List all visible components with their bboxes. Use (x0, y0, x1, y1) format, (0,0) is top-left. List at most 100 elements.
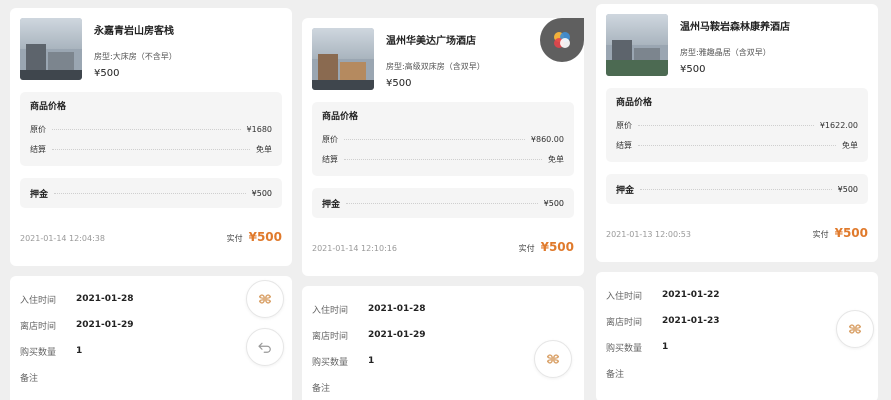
original-value: ¥1622.00 (819, 120, 858, 130)
checkout-label: 离店时间 (312, 331, 349, 342)
hotel-thumbnail (20, 18, 82, 80)
menu-button[interactable] (836, 310, 874, 348)
checkout-row: 离店时间 2021-01-29 (312, 322, 574, 348)
hotel-name: 温州马鞍岩森林康养酒店 (680, 22, 790, 33)
room-type: 房型:大床房（不含早） (94, 52, 177, 61)
flower-grid-icon (546, 354, 560, 364)
checkin-label: 入住时间 (20, 295, 57, 306)
checkout-value: 2021-01-29 (76, 320, 134, 330)
original-price-row: 原价 ¥1622.00 (616, 115, 858, 135)
order-timestamp: 2021-01-13 12:00:53 (606, 230, 691, 239)
quantity-value: 1 (76, 346, 83, 356)
hotel-name: 永嘉青岩山房客栈 (94, 26, 174, 37)
original-label: 原价 (322, 134, 338, 144)
quantity-value: 1 (368, 356, 375, 366)
original-label: 原价 (30, 124, 46, 134)
order-footer: 2021-01-14 12:04:38 实付 ¥500 (20, 230, 282, 244)
deposit-box: 押金 ¥500 (312, 188, 574, 218)
order-card: 温州华美达广场酒店 房型:高级双床房（含双早） ¥500 商品价格 原价 ¥86… (302, 18, 584, 276)
flower-grid-icon (848, 324, 862, 334)
order-header: 温州马鞍岩森林康养酒店 房型:雅趣晶居（含双早） ¥500 (606, 14, 868, 76)
deposit-box: 押金 ¥500 (606, 174, 868, 204)
order-footer: 2021-01-14 12:10:16 实付 ¥500 (312, 240, 574, 254)
checkout-row: 离店时间 2021-01-29 (20, 312, 282, 338)
unit-price: ¥500 (386, 78, 412, 89)
deposit-value: ¥500 (251, 188, 272, 198)
price-box: 商品价格 原价 ¥1680 结算 免单 (20, 92, 282, 166)
hotel-thumbnail (606, 14, 668, 76)
deposit-box: 押金 ¥500 (20, 178, 282, 208)
color-circles-icon (554, 32, 570, 48)
order-header: 温州华美达广场酒店 房型:高级双床房（含双早） ¥500 (312, 28, 574, 90)
quantity-label: 购买数量 (606, 343, 643, 354)
menu-button[interactable] (246, 280, 284, 318)
checkin-row: 入住时间 2021-01-28 (20, 286, 282, 312)
deposit-label: 押金 (30, 189, 49, 200)
settle-value: 免单 (842, 140, 858, 150)
stay-details: 入住时间 2021-01-28 离店时间 2021-01-29 购买数量 1 备… (10, 276, 292, 400)
settle-label: 结算 (30, 144, 46, 154)
unit-price: ¥500 (94, 68, 120, 79)
hotel-info: 永嘉青岩山房客栈 房型:大床房（不含早） ¥500 (94, 18, 282, 79)
order-timestamp: 2021-01-14 12:10:16 (312, 244, 397, 253)
paid-amount: ¥500 (834, 226, 868, 240)
note-label: 备注 (606, 369, 625, 380)
note-label: 备注 (20, 373, 39, 384)
order-card: 温州马鞍岩森林康养酒店 房型:雅趣晶居（含双早） ¥500 商品价格 原价 ¥1… (596, 4, 878, 262)
order-panel-2: 温州华美达广场酒店 房型:高级双床房（含双早） ¥500 商品价格 原价 ¥86… (302, 18, 584, 400)
settle-row: 结算 免单 (322, 149, 564, 169)
order-panel-1: 永嘉青岩山房客栈 房型:大床房（不含早） ¥500 商品价格 原价 ¥1680 … (10, 8, 292, 400)
note-label: 备注 (312, 383, 331, 394)
settle-row: 结算 免单 (616, 135, 858, 155)
original-value: ¥1680 (246, 124, 272, 134)
order-card: 永嘉青岩山房客栈 房型:大床房（不含早） ¥500 商品价格 原价 ¥1680 … (10, 8, 292, 266)
checkin-row: 入住时间 2021-01-28 (312, 296, 574, 322)
price-box: 商品价格 原价 ¥1622.00 结算 免单 (606, 88, 868, 162)
price-section-title: 商品价格 (322, 112, 359, 122)
paid-summary: 实付 ¥500 (813, 226, 868, 240)
hotel-thumbnail (312, 28, 374, 90)
app-badge[interactable] (540, 18, 584, 62)
note-row: 备注 (312, 374, 574, 400)
original-price-row: 原价 ¥860.00 (322, 129, 564, 149)
original-value: ¥860.00 (530, 134, 564, 144)
flower-grid-icon (258, 294, 272, 304)
price-section-title: 商品价格 (616, 98, 653, 108)
paid-summary: 实付 ¥500 (519, 240, 574, 254)
deposit-value: ¥500 (837, 184, 858, 194)
price-section-title: 商品价格 (30, 102, 67, 112)
order-timestamp: 2021-01-14 12:04:38 (20, 234, 105, 243)
order-panel-3: 温州马鞍岩森林康养酒店 房型:雅趣晶居（含双早） ¥500 商品价格 原价 ¥1… (596, 4, 878, 400)
paid-label: 实付 (518, 244, 535, 253)
paid-summary: 实付 ¥500 (227, 230, 282, 244)
stay-details: 入住时间 2021-01-22 离店时间 2021-01-23 购买数量 1 备… (596, 272, 878, 400)
paid-label: 实付 (812, 230, 829, 239)
checkout-label: 离店时间 (20, 321, 57, 332)
menu-button[interactable] (534, 340, 572, 378)
checkin-label: 入住时间 (312, 305, 349, 316)
checkout-value: 2021-01-29 (368, 330, 426, 340)
unit-price: ¥500 (680, 64, 706, 75)
settle-label: 结算 (322, 154, 338, 164)
order-header: 永嘉青岩山房客栈 房型:大床房（不含早） ¥500 (20, 18, 282, 80)
price-box: 商品价格 原价 ¥860.00 结算 免单 (312, 102, 574, 176)
note-row: 备注 (20, 364, 282, 390)
checkout-label: 离店时间 (606, 317, 643, 328)
paid-label: 实付 (226, 234, 243, 243)
deposit-label: 押金 (322, 199, 341, 210)
checkin-label: 入住时间 (606, 291, 643, 302)
paid-amount: ¥500 (248, 230, 282, 244)
checkin-row: 入住时间 2021-01-22 (606, 282, 868, 308)
deposit-row: 押金 ¥500 (322, 195, 564, 211)
return-button[interactable] (246, 328, 284, 366)
deposit-label: 押金 (616, 185, 635, 196)
order-footer: 2021-01-13 12:00:53 实付 ¥500 (606, 226, 868, 240)
checkin-value: 2021-01-28 (76, 294, 134, 304)
checkout-value: 2021-01-23 (662, 316, 720, 326)
settle-row: 结算 免单 (30, 139, 272, 159)
checkin-value: 2021-01-22 (662, 290, 720, 300)
quantity-label: 购买数量 (312, 357, 349, 368)
deposit-row: 押金 ¥500 (616, 181, 858, 197)
room-type: 房型:高级双床房（含双早） (386, 62, 485, 71)
original-price-row: 原价 ¥1680 (30, 119, 272, 139)
